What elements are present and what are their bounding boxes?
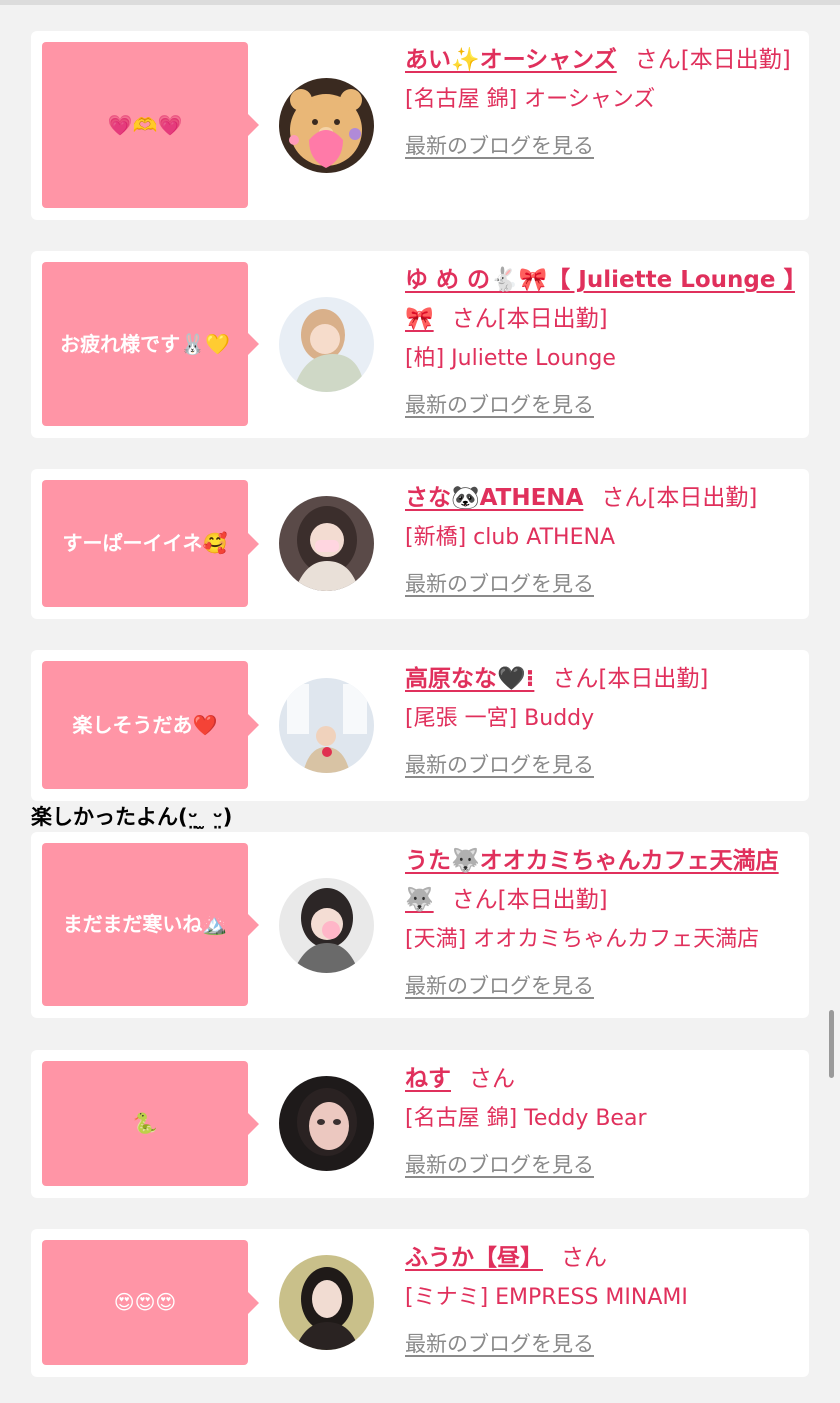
attendance-status: さん	[561, 1245, 607, 1271]
message-bubble: 😍😍😍	[42, 1240, 259, 1365]
avatar[interactable]	[279, 1255, 374, 1350]
person-avatar-icon	[279, 678, 374, 773]
cast-name-link[interactable]: さな🐼ATHENA	[405, 485, 583, 511]
latest-blog-link[interactable]: 最新のブログを見る	[405, 565, 803, 604]
message-text: 😍😍😍	[113, 1290, 177, 1314]
message-text: お疲れ様です🐰💛	[60, 331, 230, 356]
attendance-status: さん[本日出勤]	[552, 666, 709, 692]
message-text: 楽しそうだあ❤️	[72, 712, 218, 737]
attendance-status: さん[本日出勤]	[451, 887, 608, 913]
shop-name: [柏] Juliette Lounge	[405, 346, 616, 371]
latest-blog-link[interactable]: 最新のブログを見る	[405, 1146, 803, 1185]
greeting-card: 😍😍😍 ふうか【昼】 さん [ミナミ] EMPRESS MINAMI 最新のブログ…	[31, 1229, 809, 1377]
latest-blog-link[interactable]: 最新のブログを見る	[405, 386, 803, 425]
shop-name: [新橋] club ATHENA	[405, 525, 615, 550]
attendance-status: さん	[469, 1066, 515, 1092]
greeting-card: お疲れ様です🐰💛 ゆ め の🐇🎀【 Juliette Lounge 】🎀 さん[本…	[31, 251, 809, 438]
shop-name: [名古屋 錦] Teddy Bear	[405, 1106, 647, 1131]
attendance-status: さん[本日出勤]	[634, 47, 791, 73]
greeting-card: まだまだ寒いね🏔️ うた🐺オオカミちゃんカフェ天満店🐺 さん[本日出勤] [天満]…	[31, 832, 809, 1018]
latest-blog-link[interactable]: 最新のブログを見る	[405, 967, 803, 1006]
person-avatar-icon	[279, 1076, 374, 1171]
cast-info: ふうか【昼】 さん [ミナミ] EMPRESS MINAMI 最新のブログを見る	[405, 1239, 803, 1364]
top-divider	[0, 0, 840, 5]
cast-info: ゆ め の🐇🎀【 Juliette Lounge 】🎀 さん[本日出勤] [柏] …	[405, 261, 803, 425]
message-text: 🐍	[132, 1111, 158, 1135]
cast-info: ねす さん [名古屋 錦] Teddy Bear 最新のブログを見る	[405, 1060, 803, 1185]
message-text: まだまだ寒いね🏔️	[62, 912, 228, 936]
greeting-card: 💗🫶💗 あい✨オーシャンズ さん[本日出勤] [名古屋 錦] オーシャンズ 最新の…	[31, 31, 809, 220]
message-bubble: まだまだ寒いね🏔️	[42, 843, 259, 1006]
attendance-status: さん[本日出勤]	[601, 485, 758, 511]
greeting-card: 楽しそうだあ❤️ 高原なな🖤⁝ さん[本日出勤] [尾張 一宮] Buddy 最新…	[31, 650, 809, 801]
latest-blog-link[interactable]: 最新のブログを見る	[405, 746, 803, 785]
greeting-card: すーぱーイイネ🥰 さな🐼ATHENA さん[本日出勤] [新橋] club ATH…	[31, 469, 809, 619]
scrollbar-thumb[interactable]	[829, 1010, 834, 1078]
message-text: すーぱーイイネ🥰	[62, 531, 228, 555]
message-bubble: お疲れ様です🐰💛	[42, 262, 259, 426]
avatar[interactable]	[279, 878, 374, 973]
overflow-message-text: 楽しかったよん(ᵕ̤ ̫ ᵕ̤)	[31, 805, 233, 829]
cast-info: あい✨オーシャンズ さん[本日出勤] [名古屋 錦] オーシャンズ 最新のブログを…	[405, 41, 803, 166]
avatar[interactable]	[279, 496, 374, 591]
bear-avatar-icon	[279, 78, 374, 173]
cast-name-link[interactable]: 高原なな🖤⁝	[405, 666, 534, 692]
shop-name: [天満] オオカミちゃんカフェ天満店	[405, 927, 760, 952]
shop-name: [ミナミ] EMPRESS MINAMI	[405, 1285, 688, 1310]
cast-name-link[interactable]: ねす	[405, 1066, 451, 1092]
avatar[interactable]	[279, 678, 374, 773]
cast-name-link[interactable]: ふうか【昼】	[405, 1245, 543, 1271]
avatar[interactable]	[279, 78, 374, 173]
cast-info: うた🐺オオカミちゃんカフェ天満店🐺 さん[本日出勤] [天満] オオカミちゃんカフ…	[405, 842, 803, 1006]
latest-blog-link[interactable]: 最新のブログを見る	[405, 127, 803, 166]
person-avatar-icon	[279, 878, 374, 973]
person-avatar-icon	[279, 496, 374, 591]
message-bubble: 楽しそうだあ❤️	[42, 661, 259, 789]
shop-name: [名古屋 錦] オーシャンズ	[405, 87, 656, 112]
cast-name-link[interactable]: あい✨オーシャンズ	[405, 47, 617, 73]
person-avatar-icon	[279, 297, 374, 392]
attendance-status: さん[本日出勤]	[451, 306, 608, 332]
message-bubble: 💗🫶💗	[42, 42, 259, 208]
message-text: 💗🫶💗	[107, 112, 183, 137]
avatar[interactable]	[279, 1076, 374, 1171]
latest-blog-link[interactable]: 最新のブログを見る	[405, 1325, 803, 1364]
greeting-card: 🐍 ねす さん [名古屋 錦] Teddy Bear 最新のブログを見る	[31, 1050, 809, 1198]
message-bubble: すーぱーイイネ🥰	[42, 480, 259, 607]
message-bubble: 🐍	[42, 1061, 259, 1186]
person-avatar-icon	[279, 1255, 374, 1350]
shop-name: [尾張 一宮] Buddy	[405, 706, 595, 731]
avatar[interactable]	[279, 297, 374, 392]
cast-info: さな🐼ATHENA さん[本日出勤] [新橋] club ATHENA 最新のブロ…	[405, 479, 803, 604]
cast-info: 高原なな🖤⁝ さん[本日出勤] [尾張 一宮] Buddy 最新のブログを見る	[405, 660, 803, 785]
